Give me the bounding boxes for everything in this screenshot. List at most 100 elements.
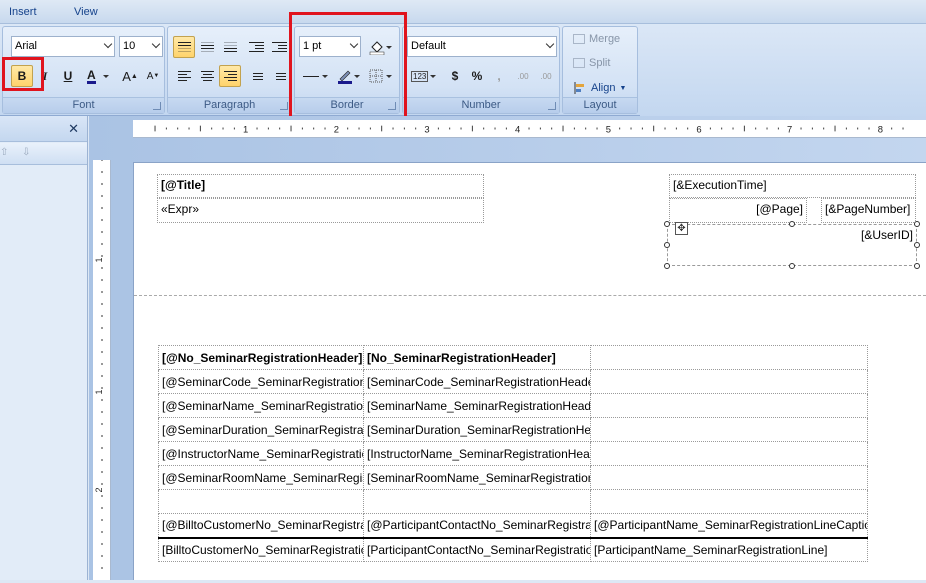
table-row[interactable]: [@BilltoCustomerNo_SeminarRegistrationLi…: [158, 513, 868, 539]
page-label-textbox[interactable]: [@Page]: [669, 198, 807, 223]
resize-handle[interactable]: [664, 242, 670, 248]
comma-button[interactable]: ,: [488, 65, 510, 87]
expr-textbox[interactable]: «Expr»: [157, 198, 484, 223]
report-table[interactable]: [@No_SeminarRegistrationHeader] [No_Semin…: [158, 345, 868, 562]
increase-indent-button[interactable]: [268, 36, 290, 58]
dialog-launcher-icon[interactable]: [388, 102, 396, 110]
table-cell[interactable]: [ParticipantContactNo_SeminarRegistratio…: [363, 537, 591, 562]
table-row[interactable]: [@SeminarDuration_SeminarRegistrationHea…: [158, 417, 868, 442]
table-cell[interactable]: [No_SeminarRegistrationHeader]: [363, 345, 591, 370]
table-row[interactable]: [158, 489, 868, 514]
font-color-button[interactable]: A: [82, 65, 112, 87]
table-cell[interactable]: [@BilltoCustomerNo_SeminarRegistrationLi…: [158, 513, 364, 539]
align-objects-icon: [574, 82, 584, 94]
table-cell[interactable]: [590, 393, 868, 418]
borders-button[interactable]: [365, 65, 395, 87]
title-textbox[interactable]: [@Title]: [157, 174, 484, 198]
table-cell[interactable]: [ParticipantName_SeminarRegistrationLine…: [590, 537, 868, 562]
table-cell[interactable]: [InstructorName_SeminarRegistrationHeade…: [363, 441, 591, 466]
menu-view[interactable]: View: [74, 6, 98, 18]
underline-button[interactable]: U: [57, 65, 79, 87]
font-size-combo[interactable]: 10: [119, 36, 163, 57]
table-row[interactable]: [@No_SeminarRegistrationHeader] [No_Semin…: [158, 345, 868, 370]
table-cell[interactable]: [BilltoCustomerNo_SeminarRegistrationLin…: [158, 537, 364, 562]
align-right-button[interactable]: [219, 65, 241, 87]
font-name-combo[interactable]: Arial: [11, 36, 115, 57]
align-middle-button[interactable]: [196, 36, 218, 58]
menu-insert[interactable]: Insert: [9, 6, 37, 18]
number-format-combo[interactable]: Default: [407, 36, 557, 57]
table-cell[interactable]: [@SeminarCode_SeminarRegistrationHeader]: [158, 369, 364, 394]
table-row[interactable]: [@InstructorName_SeminarRegistrationHead…: [158, 441, 868, 466]
table-cell[interactable]: [@SeminarDuration_SeminarRegistrationHea…: [158, 417, 364, 442]
align-middle-icon: [200, 42, 214, 52]
table-cell[interactable]: [@ParticipantName_SeminarRegistrationLin…: [590, 513, 868, 539]
report-page[interactable]: [@Title] «Expr» [&ExecutionTime] [@Page]…: [133, 162, 926, 580]
fill-color-button[interactable]: [365, 36, 395, 58]
align-button[interactable]: Align ▼: [573, 81, 626, 95]
dialog-launcher-icon[interactable]: [153, 102, 161, 110]
bold-button[interactable]: B: [11, 65, 33, 87]
table-cell[interactable]: [590, 345, 868, 370]
line-style-button[interactable]: [299, 65, 331, 87]
decrease-decimal-button[interactable]: .00: [535, 65, 557, 87]
table-cell[interactable]: [SeminarRoomName_SeminarRegistrationHead…: [363, 465, 591, 490]
shrink-font-button[interactable]: A ▼: [142, 65, 164, 87]
table-cell[interactable]: [@No_SeminarRegistrationHeader]: [158, 345, 364, 370]
table-cell[interactable]: [590, 441, 868, 466]
table-cell[interactable]: [@SeminarRoomName_SeminarRegistrationHea…: [158, 465, 364, 490]
split-button[interactable]: Split: [573, 57, 610, 69]
table-cell[interactable]: [590, 465, 868, 490]
table-cell[interactable]: [@ParticipantContactNo_SeminarRegistrati…: [363, 513, 591, 539]
bullets-button[interactable]: [245, 65, 267, 87]
execution-time-textbox[interactable]: [&ExecutionTime]: [669, 174, 916, 198]
resize-handle[interactable]: [914, 242, 920, 248]
table-cell[interactable]: [590, 417, 868, 442]
table-row[interactable]: [BilltoCustomerNo_SeminarRegistrationLin…: [158, 537, 868, 562]
align-center-button[interactable]: [196, 65, 218, 87]
table-cell[interactable]: [158, 489, 364, 514]
italic-button[interactable]: I: [34, 65, 56, 87]
dialog-launcher-icon[interactable]: [280, 102, 288, 110]
align-top-button[interactable]: [173, 36, 195, 58]
table-cell[interactable]: [SeminarName_SeminarRegistrationHeader]: [363, 393, 591, 418]
table-cell[interactable]: [SeminarDuration_SeminarRegistrationHead…: [363, 417, 591, 442]
move-up-icon[interactable]: ⇧: [0, 147, 8, 158]
move-handle-icon[interactable]: ✥: [675, 222, 688, 235]
border-width-combo[interactable]: 1 pt: [299, 36, 361, 57]
resize-handle[interactable]: [664, 263, 670, 269]
table-cell[interactable]: [590, 369, 868, 394]
table-cell[interactable]: [@InstructorName_SeminarRegistrationHead…: [158, 441, 364, 466]
increase-decimal-button[interactable]: .00: [512, 65, 534, 87]
resize-handle[interactable]: [664, 221, 670, 227]
percent-button[interactable]: %: [466, 65, 488, 87]
dialog-launcher-icon[interactable]: [548, 102, 556, 110]
merge-button[interactable]: Merge: [573, 33, 620, 45]
table-cell[interactable]: [590, 489, 868, 514]
grow-font-button[interactable]: A ▲: [119, 65, 141, 87]
border-color-button[interactable]: [333, 65, 363, 87]
page-number-textbox[interactable]: [&PageNumber]: [821, 198, 916, 223]
number-format-button[interactable]: 123: [407, 65, 439, 87]
table-row[interactable]: [@SeminarRoomName_SeminarRegistrationHea…: [158, 465, 868, 490]
decrease-indent-button[interactable]: [245, 36, 267, 58]
align-bottom-button[interactable]: [219, 36, 241, 58]
resize-handle[interactable]: [914, 263, 920, 269]
table-cell[interactable]: [SeminarCode_SeminarRegistrationHeader]: [363, 369, 591, 394]
resize-handle[interactable]: [789, 263, 795, 269]
user-id-textbox[interactable]: [&UserID]: [667, 224, 917, 266]
resize-handle[interactable]: [789, 221, 795, 227]
resize-handle[interactable]: [914, 221, 920, 227]
table-cell[interactable]: [@SeminarName_SeminarRegistrationHeader]: [158, 393, 364, 418]
table-row[interactable]: [@SeminarCode_SeminarRegistrationHeader]…: [158, 369, 868, 394]
align-left-button[interactable]: [173, 65, 195, 87]
page-header-divider[interactable]: [134, 295, 926, 296]
move-down-icon[interactable]: ⇩: [22, 147, 30, 158]
close-icon[interactable]: ✕: [68, 121, 79, 137]
paragraph-group: Paragraph: [167, 26, 292, 114]
currency-button[interactable]: $: [444, 65, 466, 87]
table-row[interactable]: [@SeminarName_SeminarRegistrationHeader]…: [158, 393, 868, 418]
numbering-button[interactable]: [268, 65, 290, 87]
table-cell[interactable]: [363, 489, 591, 514]
increase-decimal-icon: .00: [517, 71, 529, 81]
